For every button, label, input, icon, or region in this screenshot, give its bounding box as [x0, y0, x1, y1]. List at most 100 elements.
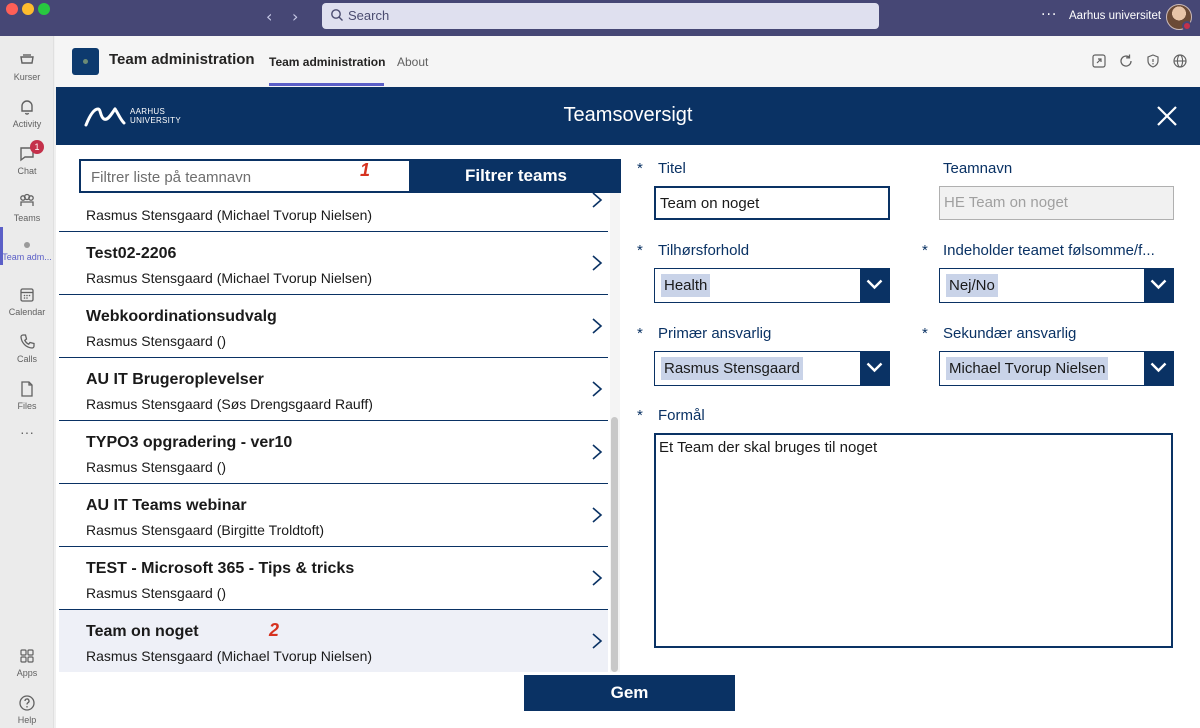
zoom-window-button[interactable] [38, 3, 50, 15]
panel-title: Teamsoversigt [563, 104, 693, 126]
chevron-down-icon [866, 279, 883, 290]
list-item[interactable]: Webkoordinationsudvalg Rasmus Stensgaard… [59, 295, 608, 358]
app-rail: Kurser Activity 1 Chat Teams Team adm... [0, 36, 54, 728]
apps-icon [20, 649, 34, 663]
chevron-right-icon[interactable] [591, 443, 603, 461]
more-options-icon[interactable]: ··· [1041, 7, 1057, 23]
rail-item-teams[interactable]: Teams [0, 187, 54, 233]
rail-item-help[interactable]: Help [0, 689, 54, 728]
back-arrow-icon[interactable]: ‹ [266, 7, 272, 26]
team-owners: Rasmus Stensgaard (Michael Tvorup Nielse… [86, 207, 373, 223]
required-mark: * [922, 242, 928, 259]
tab-team-administration[interactable]: Team administration [269, 55, 385, 69]
chat-badge: 1 [30, 140, 44, 154]
chevron-right-icon[interactable] [591, 317, 603, 335]
rail-label: Team adm... [2, 252, 52, 262]
rail-item-activity[interactable]: Activity [0, 93, 54, 139]
team-owners: Rasmus Stensgaard (Michael Tvorup Nielse… [86, 648, 373, 664]
sensitive-label: Indeholder teamet følsomme/f... [943, 242, 1155, 259]
dropdown-toggle[interactable] [1144, 352, 1173, 385]
rail-more-button[interactable]: ··· [0, 422, 54, 468]
popout-icon[interactable] [1091, 53, 1107, 69]
primary-dropdown[interactable]: Rasmus Stensgaard [654, 351, 890, 386]
team-owners: Rasmus Stensgaard (Birgitte Troldtoft) [86, 522, 325, 538]
team-title: Test02-2206 [86, 245, 177, 262]
filter-teams-button[interactable]: Filtrer teams [411, 159, 621, 193]
list-item-selected[interactable]: Team on noget 2 Rasmus Stensgaard (Micha… [59, 610, 608, 672]
phone-icon [20, 334, 35, 349]
title-bar: ‹ › Search ··· Aarhus universitet [0, 0, 1200, 36]
list-item[interactable]: Test02-2206 Rasmus Stensgaard (Michael T… [59, 232, 608, 295]
rail-item-calls[interactable]: Calls [0, 328, 54, 374]
help-icon [19, 695, 35, 711]
globe-icon[interactable] [1172, 53, 1188, 69]
primary-label: Primær ansvarlig [658, 325, 772, 342]
formal-label: Formål [658, 407, 705, 424]
kurser-icon [20, 54, 34, 64]
active-tab-indicator [269, 83, 384, 86]
list-item[interactable]: TEST - Microsoft 365 - Tips & tricks Ras… [59, 547, 608, 610]
sensitive-value: Nej/No [946, 274, 998, 297]
app-title: Team administration [109, 51, 255, 68]
save-button[interactable]: Gem [524, 675, 735, 711]
minimize-window-button[interactable] [22, 3, 34, 15]
tilhor-dropdown[interactable]: Health [654, 268, 890, 303]
sensitive-dropdown[interactable]: Nej/No [939, 268, 1174, 303]
titel-input[interactable]: Team on noget [654, 186, 890, 220]
secondary-label: Sekundær ansvarlig [943, 325, 1077, 342]
chevron-right-icon[interactable] [591, 569, 603, 587]
teamnavn-input: HE Team on noget [939, 186, 1174, 220]
formal-textarea[interactable]: Et Team der skal bruges til noget [654, 433, 1173, 648]
list-item[interactable]: AU IT Teams webinar Rasmus Stensgaard (B… [59, 484, 608, 547]
chevron-down-icon [866, 362, 883, 373]
list-item[interactable]: Rasmus Stensgaard (Michael Tvorup Nielse… [59, 193, 608, 232]
dropdown-toggle[interactable] [860, 352, 889, 385]
rail-item-kurser[interactable]: Kurser [0, 46, 54, 92]
shield-icon[interactable] [1145, 53, 1161, 69]
required-mark: * [637, 407, 643, 424]
annotation-marker-1: 1 [360, 160, 371, 180]
rail-label: Apps [16, 668, 38, 678]
list-scrollbar-thumb[interactable] [611, 417, 618, 672]
secondary-dropdown[interactable]: Michael Tvorup Nielsen [939, 351, 1174, 386]
dropdown-toggle[interactable] [860, 269, 889, 302]
team-owners: Rasmus Stensgaard (Søs Drengsgaard Rauff… [86, 396, 373, 412]
chevron-right-icon[interactable] [591, 380, 603, 398]
search-input[interactable]: Search [322, 3, 879, 29]
team-title: AU IT Brugeroplevelser [86, 371, 264, 388]
tilhor-value: Health [661, 274, 711, 297]
dropdown-toggle[interactable] [1144, 269, 1173, 302]
forward-arrow-icon[interactable]: › [292, 7, 298, 26]
required-mark: * [922, 325, 928, 342]
close-window-button[interactable] [6, 3, 18, 15]
chevron-right-icon[interactable] [591, 254, 603, 272]
rail-label: Calls [16, 354, 37, 364]
list-item[interactable]: AU IT Brugeroplevelser Rasmus Stensgaard… [59, 358, 608, 421]
file-icon [21, 381, 33, 397]
rail-item-chat[interactable]: 1 Chat [0, 140, 54, 186]
chevron-right-icon[interactable] [591, 632, 603, 650]
team-title: AU IT Teams webinar [86, 497, 247, 514]
rail-label: Kurser [13, 72, 41, 82]
chevron-right-icon[interactable] [591, 506, 603, 524]
rail-item-calendar[interactable]: Calendar [0, 281, 54, 327]
required-mark: * [637, 160, 643, 177]
team-title: TYPO3 opgradering - ver10 [86, 434, 293, 451]
calendar-icon [20, 288, 34, 302]
team-owners: Rasmus Stensgaard () [86, 459, 227, 475]
org-name[interactable]: Aarhus universitet [1069, 10, 1161, 22]
team-owners: Rasmus Stensgaard () [86, 585, 227, 601]
secondary-value: Michael Tvorup Nielsen [946, 357, 1109, 380]
rail-label: Help [17, 715, 37, 725]
rail-item-team-admin[interactable]: Team adm... [0, 234, 54, 280]
tab-about[interactable]: About [397, 55, 428, 69]
rail-item-files[interactable]: Files [0, 375, 54, 421]
close-icon[interactable] [1154, 103, 1180, 129]
rail-label: Activity [12, 119, 42, 129]
list-item[interactable]: TYPO3 opgradering - ver10 Rasmus Stensga… [59, 421, 608, 484]
titel-label: Titel [658, 160, 686, 177]
rail-item-apps[interactable]: Apps [0, 642, 54, 688]
rail-label: Teams [13, 213, 41, 223]
chevron-right-icon[interactable] [591, 193, 603, 209]
refresh-icon[interactable] [1118, 53, 1134, 69]
